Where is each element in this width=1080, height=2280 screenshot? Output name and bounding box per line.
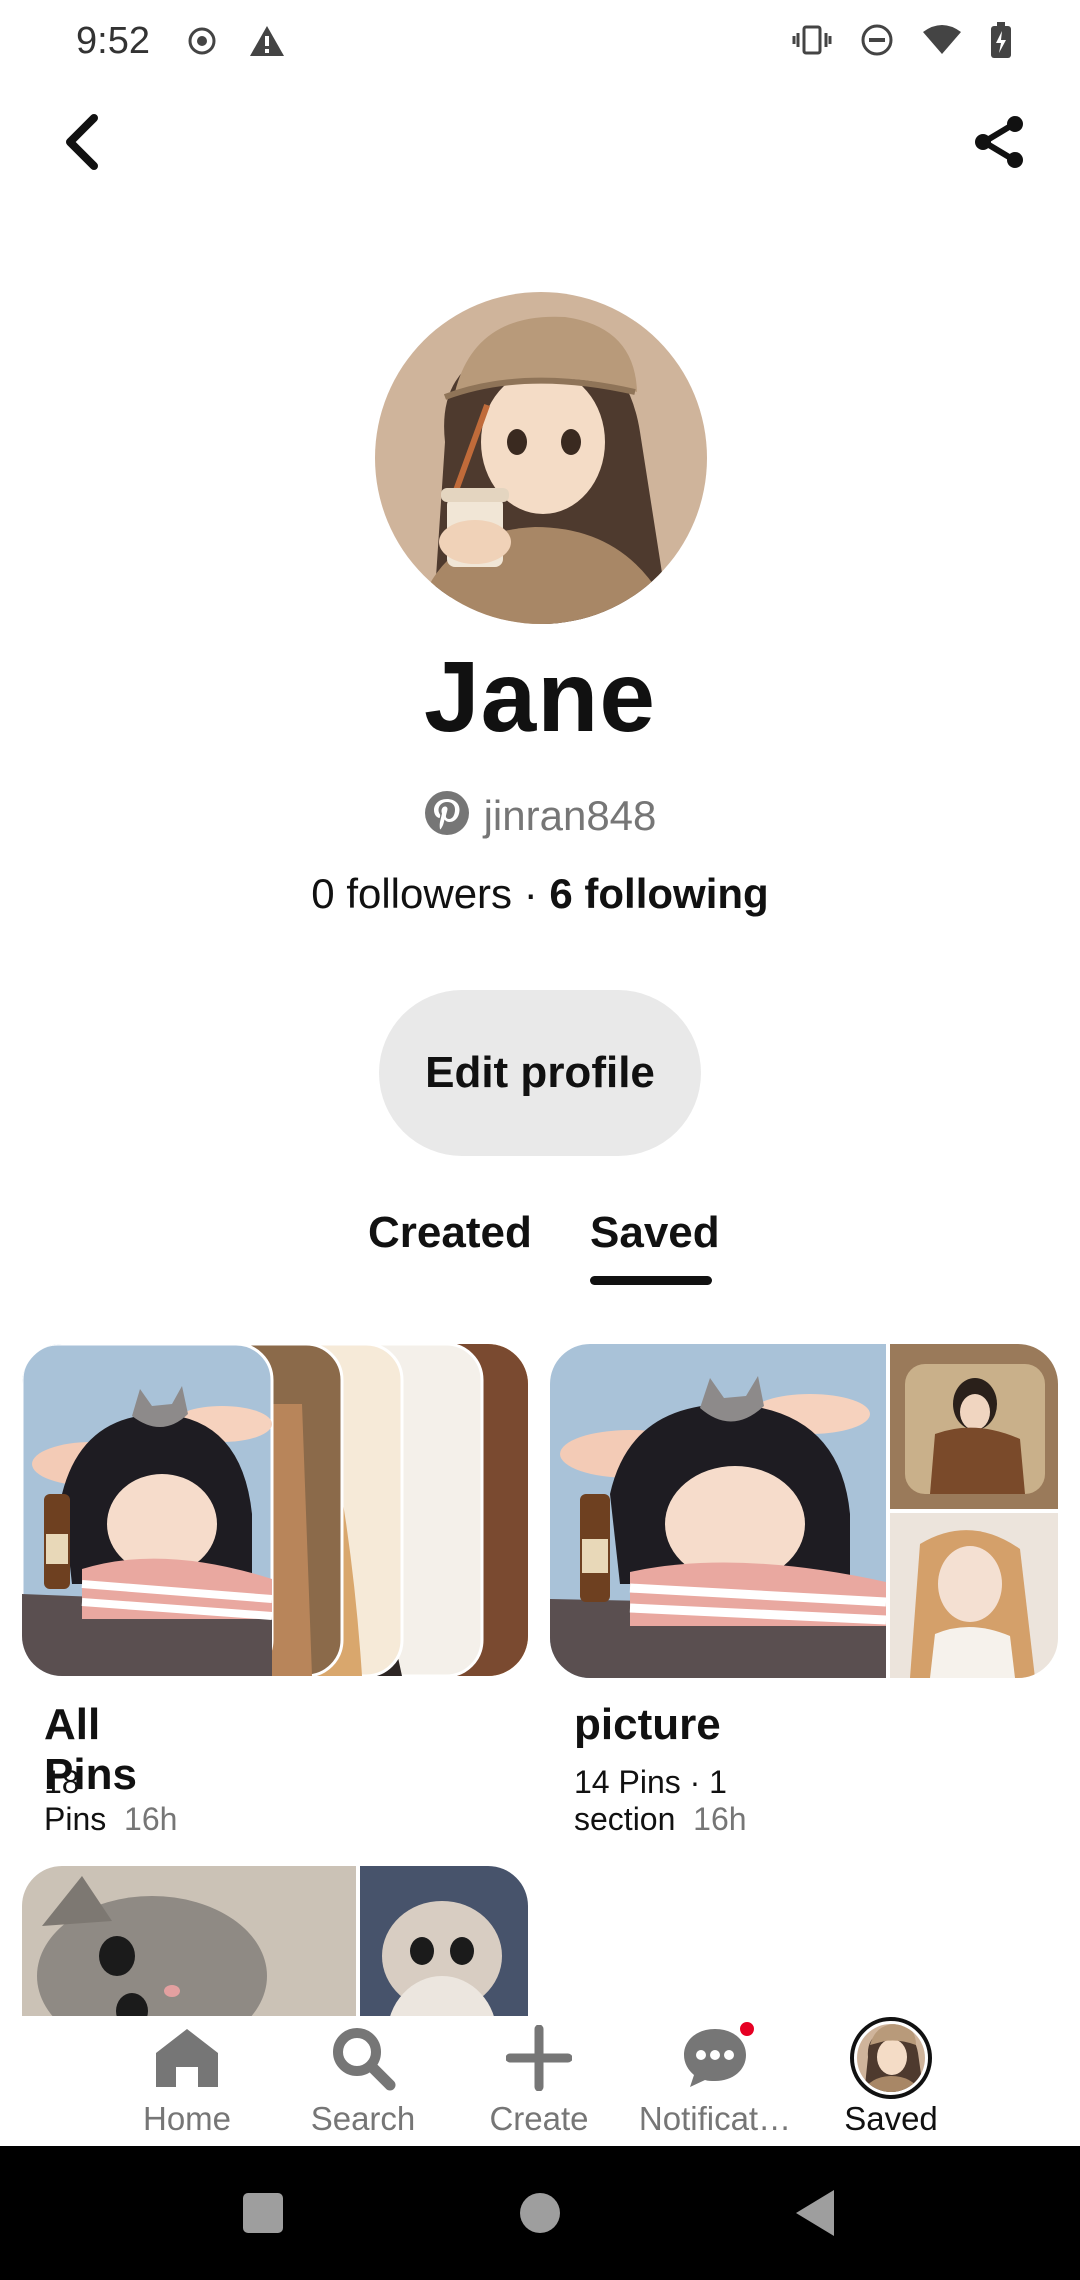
status-right-icons bbox=[792, 22, 1012, 63]
follow-stats: 0 followers · 6 following bbox=[0, 870, 1080, 918]
nav-saved-label: Saved bbox=[844, 2100, 938, 2137]
board-meta: 18 Pins 16h bbox=[44, 1764, 177, 1838]
wifi-icon bbox=[922, 24, 962, 61]
bottom-nav: Home Search Create Notificat… Saved bbox=[0, 2016, 1080, 2146]
home-icon bbox=[154, 2016, 220, 2100]
home-button[interactable] bbox=[519, 2192, 561, 2239]
share-icon bbox=[972, 114, 1028, 175]
board-age: 16h bbox=[124, 1801, 178, 1837]
nav-search-label: Search bbox=[310, 2100, 416, 2137]
followers-count[interactable]: 0 followers bbox=[311, 870, 512, 917]
board-pin-count: 18 Pins bbox=[44, 1764, 107, 1837]
chevron-left-icon bbox=[62, 113, 102, 175]
nav-home[interactable]: Home bbox=[92, 2016, 282, 2146]
edit-profile-button[interactable]: Edit profile bbox=[379, 990, 701, 1156]
recording-icon bbox=[186, 25, 218, 62]
board-cover bbox=[550, 1344, 1058, 1678]
share-button[interactable] bbox=[964, 108, 1036, 180]
username: jinran848 bbox=[483, 791, 657, 839]
do-not-disturb-icon bbox=[860, 23, 894, 62]
status-time: 9:52 bbox=[76, 20, 150, 62]
plus-icon bbox=[506, 2016, 572, 2100]
board-title: picture bbox=[574, 1700, 721, 1749]
board-age: 16h bbox=[693, 1801, 747, 1837]
board-cover bbox=[22, 1344, 528, 1676]
warning-icon bbox=[248, 24, 286, 63]
tab-saved[interactable]: Saved bbox=[590, 1208, 720, 1258]
nav-create[interactable]: Create bbox=[444, 2016, 634, 2146]
active-tab-indicator bbox=[590, 1276, 712, 1285]
recents-button[interactable] bbox=[242, 2192, 284, 2239]
back-nav-button[interactable] bbox=[794, 2188, 836, 2243]
status-bar: 9:52 bbox=[0, 0, 1080, 88]
profile-avatar[interactable] bbox=[375, 292, 707, 624]
chat-bubble-icon bbox=[682, 2016, 756, 2100]
username-row: jinran848 bbox=[0, 790, 1080, 841]
status-left-icons bbox=[186, 24, 286, 63]
battery-icon bbox=[990, 22, 1012, 63]
profile-avatar-icon bbox=[850, 2016, 932, 2100]
pinterest-logo-icon bbox=[424, 790, 470, 841]
nav-search[interactable]: Search bbox=[268, 2016, 458, 2146]
back-button[interactable] bbox=[50, 108, 114, 180]
tab-created[interactable]: Created bbox=[368, 1208, 532, 1258]
vibrate-icon bbox=[792, 23, 832, 62]
nav-notifications[interactable]: Notificat… bbox=[620, 2016, 810, 2146]
profile-name: Jane bbox=[424, 641, 656, 753]
nav-saved[interactable]: Saved bbox=[796, 2016, 986, 2146]
search-icon bbox=[330, 2016, 396, 2100]
following-count[interactable]: 6 following bbox=[549, 870, 768, 917]
nav-notifications-label: Notificat… bbox=[638, 2100, 792, 2137]
notification-badge bbox=[738, 2020, 756, 2038]
follow-separator: · bbox=[512, 870, 550, 917]
system-nav-bar bbox=[0, 2146, 1080, 2280]
nav-home-label: Home bbox=[142, 2100, 232, 2137]
board-meta: 14 Pins · 1 section 16h bbox=[574, 1764, 747, 1838]
nav-create-label: Create bbox=[489, 2100, 589, 2137]
